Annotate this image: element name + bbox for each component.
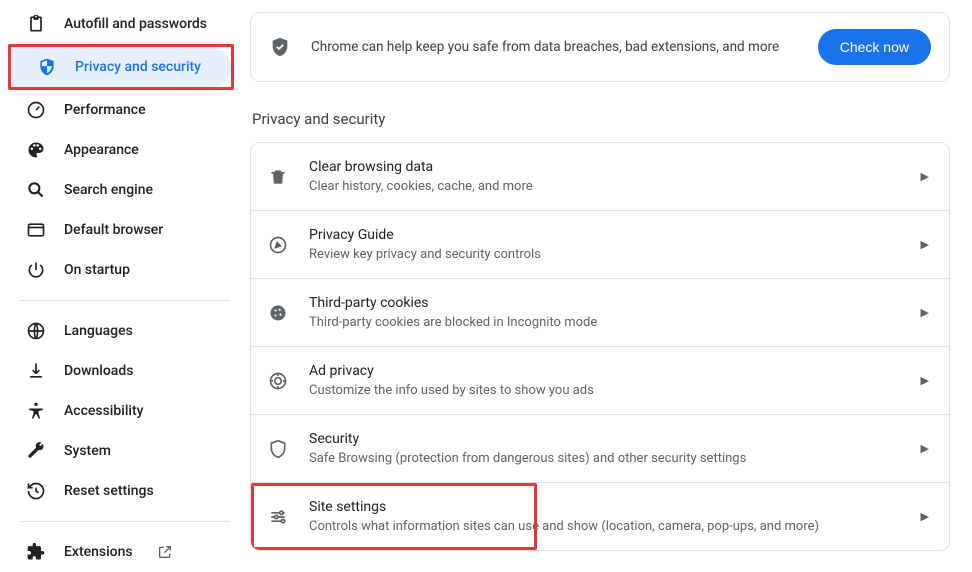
sidebar-item-label: Default browser xyxy=(64,222,163,238)
shield-icon xyxy=(37,57,57,77)
palette-icon xyxy=(26,140,46,160)
search-icon xyxy=(26,180,46,200)
row-body: Ad privacy Customize the info used by si… xyxy=(309,363,901,398)
sidebar-item-label: Appearance xyxy=(64,142,139,158)
row-body: Clear browsing data Clear history, cooki… xyxy=(309,159,901,194)
divider xyxy=(20,521,230,522)
sidebar-item-on-startup[interactable]: On startup xyxy=(0,250,234,290)
row-body: Privacy Guide Review key privacy and sec… xyxy=(309,227,901,262)
row-title: Third-party cookies xyxy=(309,295,901,311)
shield-check-icon xyxy=(269,36,291,58)
row-ad-privacy[interactable]: Ad privacy Customize the info used by si… xyxy=(251,347,949,415)
sidebar-item-label: Downloads xyxy=(64,363,133,379)
row-security[interactable]: Security Safe Browsing (protection from … xyxy=(251,415,949,483)
check-now-button[interactable]: Check now xyxy=(818,29,931,65)
chevron-right-icon: ▶ xyxy=(921,510,929,523)
row-title: Privacy Guide xyxy=(309,227,901,243)
row-title: Clear browsing data xyxy=(309,159,901,175)
sidebar-item-label: Accessibility xyxy=(64,403,143,419)
highlight-box-privacy: Privacy and security xyxy=(8,44,234,90)
row-sub: Controls what information sites can use … xyxy=(309,519,901,534)
sidebar-item-default-browser[interactable]: Default browser xyxy=(0,210,234,250)
chevron-right-icon: ▶ xyxy=(921,374,929,387)
sidebar-item-label: Privacy and security xyxy=(75,59,201,75)
sidebar-item-reset-settings[interactable]: Reset settings xyxy=(0,471,234,511)
sliders-icon xyxy=(267,506,289,528)
row-clear-browsing-data[interactable]: Clear browsing data Clear history, cooki… xyxy=(251,143,949,211)
privacy-card: Clear browsing data Clear history, cooki… xyxy=(250,142,950,551)
power-icon xyxy=(26,260,46,280)
globe-icon xyxy=(26,321,46,341)
trash-icon xyxy=(267,166,289,188)
sidebar-item-privacy-security[interactable]: Privacy and security xyxy=(11,47,231,87)
row-third-party-cookies[interactable]: Third-party cookies Third-party cookies … xyxy=(251,279,949,347)
accessibility-icon xyxy=(26,401,46,421)
row-title: Security xyxy=(309,431,901,447)
sidebar-item-label: System xyxy=(64,443,111,459)
external-link-icon xyxy=(157,544,173,560)
wrench-icon xyxy=(26,441,46,461)
row-sub: Review key privacy and security controls xyxy=(309,247,901,262)
download-icon xyxy=(26,361,46,381)
row-sub: Customize the info used by sites to show… xyxy=(309,383,901,398)
safety-check-banner: Chrome can help keep you safe from data … xyxy=(250,12,950,82)
chevron-right-icon: ▶ xyxy=(921,170,929,183)
sidebar-item-search-engine[interactable]: Search engine xyxy=(0,170,234,210)
chevron-right-icon: ▶ xyxy=(921,442,929,455)
sidebar-item-autofill[interactable]: Autofill and passwords xyxy=(0,4,234,44)
row-body: Site settings Controls what information … xyxy=(309,499,901,534)
sidebar-item-label: Extensions xyxy=(64,544,133,560)
sidebar-item-label: Performance xyxy=(64,102,146,118)
row-sub: Safe Browsing (protection from dangerous… xyxy=(309,451,901,466)
sidebar-item-label: On startup xyxy=(64,262,130,278)
sidebar-item-label: Languages xyxy=(64,323,133,339)
restore-icon xyxy=(26,481,46,501)
puzzle-icon xyxy=(26,542,46,562)
sidebar-item-label: Autofill and passwords xyxy=(64,16,207,32)
sidebar-item-appearance[interactable]: Appearance xyxy=(0,130,234,170)
sidebar-item-system[interactable]: System xyxy=(0,431,234,471)
row-body: Security Safe Browsing (protection from … xyxy=(309,431,901,466)
row-site-settings[interactable]: Site settings Controls what information … xyxy=(251,483,949,550)
cookie-icon xyxy=(267,302,289,324)
browser-icon xyxy=(26,220,46,240)
sidebar-item-label: Reset settings xyxy=(64,483,154,499)
divider xyxy=(20,300,230,301)
row-title: Site settings xyxy=(309,499,901,515)
sidebar-item-performance[interactable]: Performance xyxy=(0,90,234,130)
shield-icon xyxy=(267,438,289,460)
speedometer-icon xyxy=(26,100,46,120)
sidebar-item-extensions[interactable]: Extensions xyxy=(0,532,234,572)
row-body: Third-party cookies Third-party cookies … xyxy=(309,295,901,330)
row-sub: Third-party cookies are blocked in Incog… xyxy=(309,315,901,330)
row-sub: Clear history, cookies, cache, and more xyxy=(309,179,901,194)
sidebar-item-accessibility[interactable]: Accessibility xyxy=(0,391,234,431)
banner-text: Chrome can help keep you safe from data … xyxy=(311,39,798,55)
sidebar-item-label: Search engine xyxy=(64,182,153,198)
chevron-right-icon: ▶ xyxy=(921,306,929,319)
sidebar-item-languages[interactable]: Languages xyxy=(0,311,234,351)
main-content: Chrome can help keep you safe from data … xyxy=(250,0,972,564)
chevron-right-icon: ▶ xyxy=(921,238,929,251)
sidebar-item-downloads[interactable]: Downloads xyxy=(0,351,234,391)
ads-icon xyxy=(267,370,289,392)
settings-sidebar: Autofill and passwords Privacy and secur… xyxy=(0,0,250,564)
compass-icon xyxy=(267,234,289,256)
section-title: Privacy and security xyxy=(250,110,950,128)
clipboard-icon xyxy=(26,14,46,34)
row-title: Ad privacy xyxy=(309,363,901,379)
row-privacy-guide[interactable]: Privacy Guide Review key privacy and sec… xyxy=(251,211,949,279)
